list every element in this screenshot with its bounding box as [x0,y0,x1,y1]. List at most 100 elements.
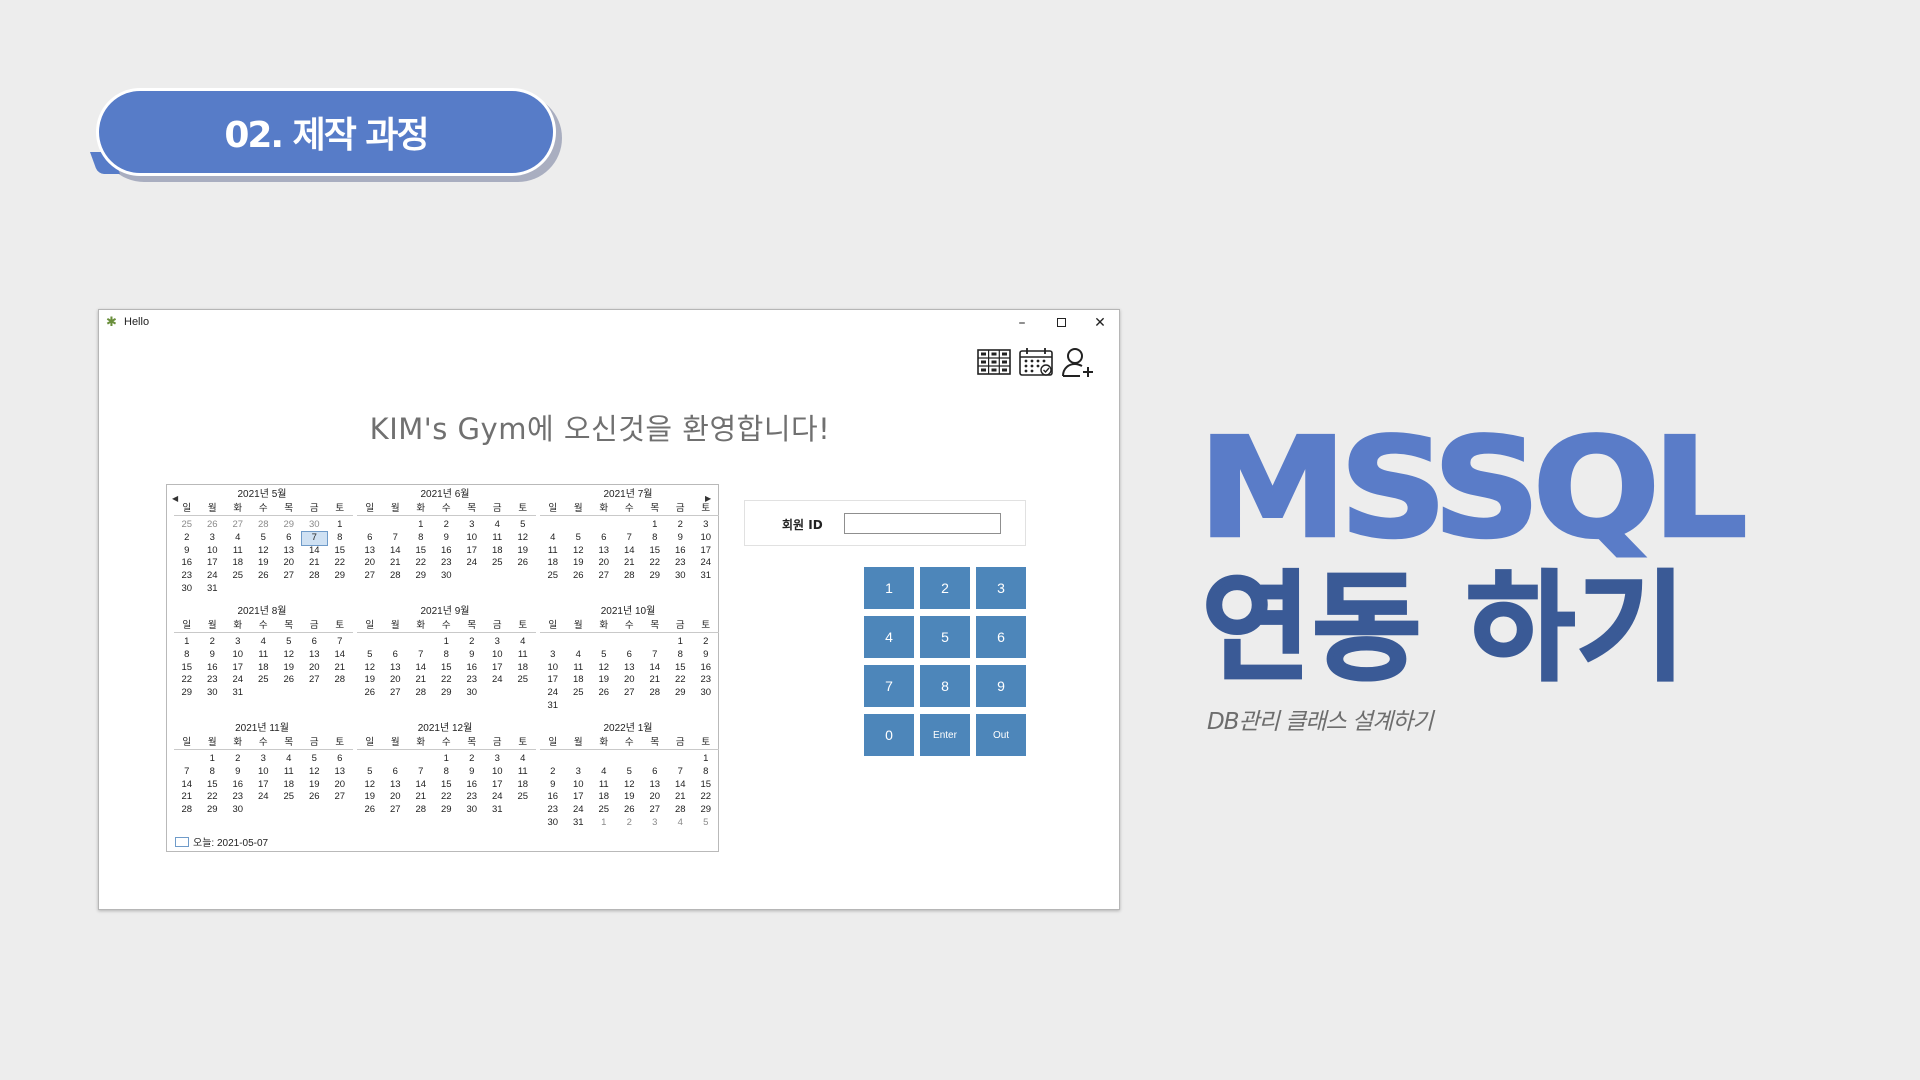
calendar-day[interactable]: 11 [510,766,536,779]
calendar-day[interactable]: 25 [540,570,566,583]
calendar-day[interactable]: 21 [668,791,694,804]
calendar-day[interactable]: 22 [668,674,694,687]
calendar-day[interactable]: 31 [693,570,719,583]
calendar-day[interactable]: 14 [668,779,694,792]
calendar-day[interactable]: 30 [225,804,251,817]
calendar-day[interactable]: 27 [642,804,668,817]
calendar-day[interactable]: 9 [668,532,694,545]
calendar-day[interactable]: 15 [327,545,353,558]
calendar-day[interactable]: 8 [668,649,694,662]
calendar-day[interactable]: 25 [510,791,536,804]
calendar-day[interactable]: 9 [693,649,719,662]
calendar-day[interactable]: 1 [642,519,668,532]
calendar-day[interactable]: 4 [251,636,277,649]
calendar-day[interactable]: 21 [302,557,328,570]
calendar-day[interactable]: 14 [174,779,200,792]
calendar-day[interactable]: 19 [302,779,328,792]
calendar-day[interactable]: 17 [485,779,511,792]
calendar-day[interactable]: 3 [693,519,719,532]
calendar-day[interactable]: 7 [408,766,434,779]
calendar-day[interactable]: 30 [668,570,694,583]
calendar-day[interactable]: 16 [540,791,566,804]
calendar-day[interactable]: 27 [225,519,251,532]
calendar-day[interactable]: 31 [225,687,251,700]
calendar-day[interactable]: 24 [485,791,511,804]
calendar-day[interactable]: 2 [200,636,226,649]
calendar-day[interactable]: 24 [485,674,511,687]
calendar-day[interactable]: 30 [174,583,200,596]
calendar-day[interactable]: 14 [408,662,434,675]
calendar-day[interactable]: 19 [251,557,277,570]
calendar-day[interactable]: 22 [174,674,200,687]
calendar-day[interactable]: 26 [302,791,328,804]
calendar-day[interactable]: 22 [200,791,226,804]
calendar-day[interactable]: 29 [693,804,719,817]
calendar-day[interactable]: 22 [327,557,353,570]
calendar-day[interactable]: 11 [485,532,511,545]
calendar-day[interactable]: 28 [408,687,434,700]
calendar-day[interactable]: 10 [485,649,511,662]
calendar-day[interactable]: 8 [327,532,353,545]
calendar-day[interactable]: 20 [642,791,668,804]
calendar-day[interactable]: 3 [485,753,511,766]
calendar-day[interactable]: 18 [566,674,592,687]
calendar-day[interactable]: 30 [434,570,460,583]
calendar-day[interactable]: 5 [276,636,302,649]
calendar-day[interactable]: 30 [200,687,226,700]
calendar-day[interactable]: 17 [225,662,251,675]
calendar-day[interactable]: 7 [300,530,328,546]
calendar-day[interactable]: 23 [434,557,460,570]
calendar-day[interactable]: 14 [327,649,353,662]
calendar-day[interactable]: 5 [617,766,643,779]
calendar-day[interactable]: 25 [566,687,592,700]
calendar-day[interactable]: 16 [693,662,719,675]
calendar-day[interactable]: 25 [276,791,302,804]
calendar-day[interactable]: 18 [225,557,251,570]
calendar-day[interactable]: 21 [327,662,353,675]
calendar-day[interactable]: 1 [434,753,460,766]
calendar-day[interactable]: 21 [174,791,200,804]
calendar-day[interactable]: 29 [642,570,668,583]
calendar-day[interactable]: 11 [251,649,277,662]
calendar-day[interactable]: 28 [174,804,200,817]
calendar-day[interactable]: 26 [357,687,383,700]
calendar-day[interactable]: 26 [510,557,536,570]
calendar-day[interactable]: 2 [225,753,251,766]
calendar-day[interactable]: 24 [200,570,226,583]
calendar-day[interactable]: 20 [302,662,328,675]
calendar-day[interactable]: 20 [591,557,617,570]
calendar-day[interactable]: 2 [693,636,719,649]
calendar-month-title[interactable]: 2021년 6월 [357,488,533,502]
calendar-day[interactable]: 25 [591,804,617,817]
calendar-day[interactable]: 20 [327,779,353,792]
calendar-day[interactable]: 2 [540,766,566,779]
calendar-month-title[interactable]: 2021년 11월 [174,722,350,736]
calendar-day[interactable]: 28 [327,674,353,687]
calendar-day[interactable]: 2 [617,817,643,830]
calendar-day[interactable]: 4 [225,532,251,545]
calendar-day[interactable]: 13 [591,545,617,558]
calendar-month-title[interactable]: 2021년 10월 [540,605,716,619]
calendar-day[interactable]: 11 [510,649,536,662]
calendar-day[interactable]: 26 [276,674,302,687]
calendar-day[interactable]: 6 [642,766,668,779]
calendar-day[interactable]: 14 [302,545,328,558]
calendar-day[interactable]: 1 [591,817,617,830]
calendar-day[interactable]: 10 [693,532,719,545]
calendar-day[interactable]: 3 [642,817,668,830]
calendar-day[interactable]: 19 [357,791,383,804]
calendar-day[interactable]: 4 [540,532,566,545]
calendar-day[interactable]: 30 [459,804,485,817]
calendar-day[interactable]: 16 [668,545,694,558]
keypad-key-4[interactable]: 4 [864,616,914,658]
calendar-day[interactable]: 1 [693,753,719,766]
calendar-day[interactable]: 27 [327,791,353,804]
calendar-day[interactable]: 11 [540,545,566,558]
calendar-day[interactable]: 7 [383,532,409,545]
calendar-day[interactable]: 27 [383,804,409,817]
calendar-day[interactable]: 22 [434,674,460,687]
calendar-day[interactable]: 18 [591,791,617,804]
title-bar[interactable]: ✱ Hello – ✕ [99,310,1119,336]
calendar-day[interactable]: 9 [434,532,460,545]
calendar-day[interactable]: 23 [459,674,485,687]
